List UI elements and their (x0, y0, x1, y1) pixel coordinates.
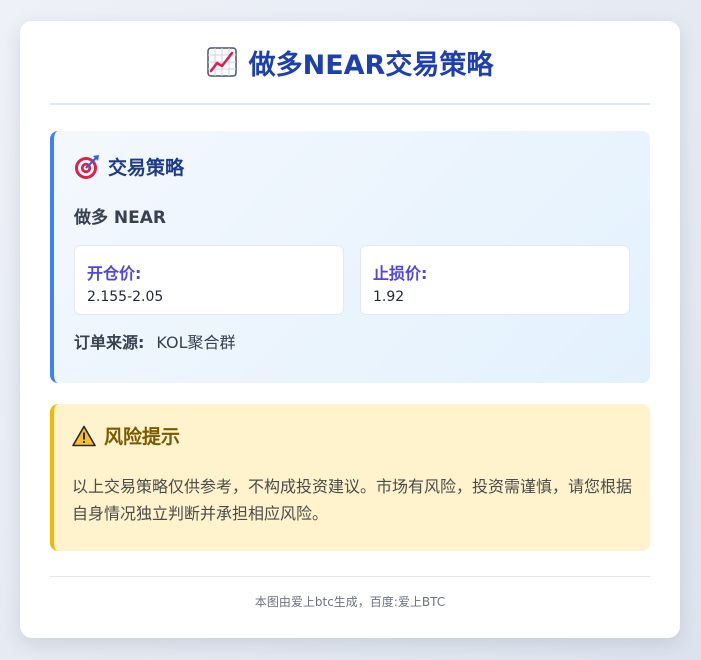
footer: 本图由爱上btc生成，百度:爱上BTC (50, 576, 650, 610)
entry-price-card: 开仓价: 2.155-2.05 (74, 245, 344, 315)
strategy-section: 交易策略 做多 NEAR 开仓价: 2.155-2.05 止损价: 1.92 订… (50, 131, 650, 383)
risk-header: 风险提示 (72, 404, 632, 449)
stop-loss-card: 止损价: 1.92 (360, 245, 630, 315)
warning-icon (72, 425, 96, 446)
strategy-header: 交易策略 (74, 131, 630, 180)
stop-loss-label: 止损价: (373, 264, 428, 283)
order-source-value: KOL聚合群 (156, 333, 236, 352)
page-title: 做多NEAR交易策略 (248, 49, 494, 81)
order-source: 订单来源: KOL聚合群 (74, 329, 630, 353)
price-row: 开仓价: 2.155-2.05 止损价: 1.92 (74, 245, 630, 315)
entry-price-value: 2.155-2.05 (87, 289, 164, 305)
risk-title: 风险提示 (104, 426, 181, 448)
stop-loss-value: 1.92 (373, 289, 405, 305)
header: 做多NEAR交易策略 (50, 21, 650, 105)
entry-price-label: 开仓价: (87, 264, 142, 283)
risk-section: 风险提示 以上交易策略仅供参考，不构成投资建议。市场有风险，投资需谨慎，请您根据… (50, 404, 650, 551)
trade-direction: 做多 NEAR (74, 208, 167, 228)
strategy-card: 做多NEAR交易策略 交易策略 做多 NEAR 开仓价: 2.155-2.05 … (20, 21, 680, 638)
order-source-label: 订单来源: (74, 333, 145, 352)
strategy-title: 交易策略 (108, 157, 185, 179)
target-icon (75, 154, 99, 179)
risk-text: 以上交易策略仅供参考，不构成投资建议。市场有风险，投资需谨慎，请您根据自身情况独… (72, 477, 633, 523)
chart-increasing-icon (206, 47, 237, 77)
